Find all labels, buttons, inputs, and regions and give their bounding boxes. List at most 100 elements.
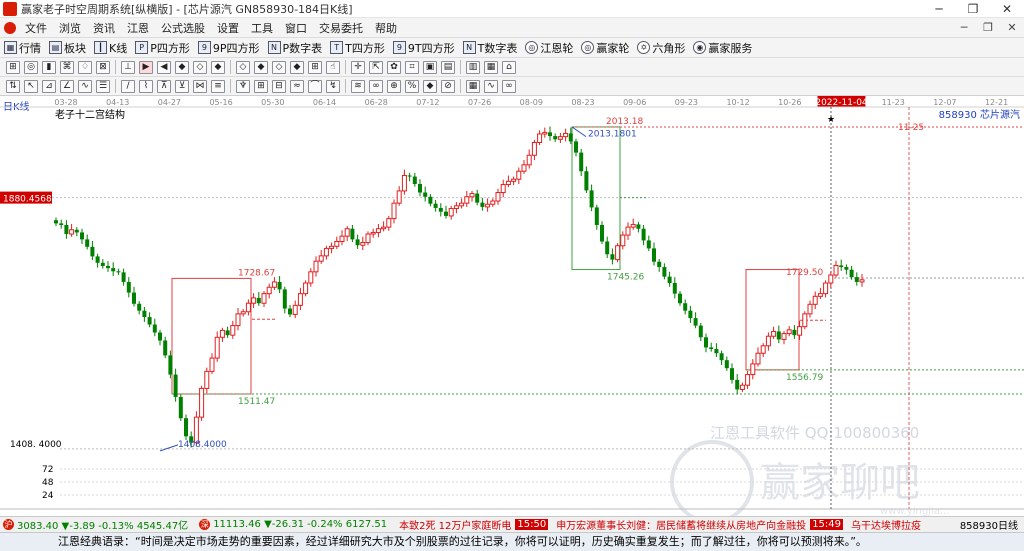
toolbar-button-11[interactable]: ✡ 六角形 [633, 40, 689, 56]
tool-row1-25-icon[interactable]: ▦ [484, 60, 498, 74]
tool-row2-17-icon[interactable]: ↯ [326, 79, 340, 93]
toolbar-button-3[interactable]: P P四方形 [131, 40, 194, 56]
close-button[interactable]: ✕ [990, 2, 1024, 16]
news-ticker-1[interactable]: 本致2死 12万户家庭断电 [399, 517, 511, 532]
tool-row1-22-icon[interactable]: ▣ [423, 60, 437, 74]
tool-row1-9-icon[interactable]: ◆ [175, 60, 189, 74]
tool-row1-8-icon[interactable]: ◀ [157, 60, 171, 74]
news-ticker-3[interactable]: 乌干达埃博拉疫 [851, 517, 921, 532]
tool-row2-1-icon[interactable]: ↖ [24, 79, 38, 93]
tool-row2-14-icon[interactable]: ⊟ [272, 79, 286, 93]
candle-body-up [745, 374, 751, 386]
tool-row2-3-icon[interactable]: ∠ [60, 79, 74, 93]
menu-formula[interactable]: 公式选股 [155, 20, 211, 36]
tool-row2-18-icon[interactable]: ≋ [351, 79, 365, 93]
tool-row1-26-icon[interactable]: ⌂ [502, 60, 516, 74]
toolbar-button-6[interactable]: T T四方形 [326, 40, 389, 56]
toolbar-button-label: 行情 [19, 41, 41, 55]
date-label: 05-16 [209, 98, 232, 107]
toolbar-button-7[interactable]: 9 9T四方形 [389, 40, 459, 56]
minimize-button[interactable]: ─ [922, 2, 956, 16]
tool-row1-14-icon[interactable]: ◇ [272, 60, 286, 74]
tool-row1-23-icon[interactable]: ▤ [441, 60, 455, 74]
tool-row2-21-icon[interactable]: % [405, 79, 419, 93]
tool-row1-12-icon[interactable]: ◇ [236, 60, 250, 74]
tool-row2-12-icon[interactable]: ♆ [236, 79, 250, 93]
tool-row2-24-icon[interactable]: ▦ [466, 79, 480, 93]
tool-row1-19-icon[interactable]: ⇱ [369, 60, 383, 74]
maximize-button[interactable]: ❐ [956, 2, 990, 16]
kline-chart-panel[interactable]: 03-28 04-13 04-27 05-16 05-30 06-14 06-28 07-12… [0, 96, 1024, 524]
tool-row2-25-icon[interactable]: ∿ [484, 79, 498, 93]
tool-row2-13-icon[interactable]: ⊞ [254, 79, 268, 93]
kline-chart[interactable]: 03-28 04-13 04-27 05-16 05-30 06-14 06-28 07-12… [0, 96, 1024, 524]
tool-row2-20-icon[interactable]: ⊕ [387, 79, 401, 93]
candle-body-down [594, 207, 599, 225]
toolbar-button-5[interactable]: N P数字表 [264, 40, 327, 56]
menu-info[interactable]: 资讯 [87, 20, 121, 36]
tool-row1-0-icon[interactable]: ⊞ [6, 60, 20, 74]
menu-tools[interactable]: 工具 [245, 20, 279, 36]
candle-body-up [292, 304, 298, 315]
tool-row1-11-icon[interactable]: ◆ [211, 60, 225, 74]
tool-row2-0-icon[interactable]: ⇅ [6, 79, 20, 93]
tool-row1-10-icon[interactable]: ◇ [193, 60, 207, 74]
tool-row2-10-icon[interactable]: ⋈ [193, 79, 207, 93]
mdi-close-button[interactable]: ✕ [1000, 21, 1024, 34]
tool-row1-4-icon[interactable]: ♢ [78, 60, 92, 74]
toolbar-button-0[interactable]: ▦ 行情 [0, 40, 45, 56]
mdi-restore-button[interactable]: ❐ [976, 21, 1000, 34]
tool-row2-22-icon[interactable]: ◆ [423, 79, 437, 93]
menu-trade[interactable]: 交易委托 [313, 20, 369, 36]
menu-file[interactable]: 文件 [19, 20, 53, 36]
tool-row1-16-icon[interactable]: ⊞ [308, 60, 322, 74]
tool-row1-6-icon[interactable]: ⊥ [121, 60, 135, 74]
menu-browse[interactable]: 浏览 [53, 20, 87, 36]
mdi-minimize-button[interactable]: ─ [952, 21, 976, 34]
tool-row1-2-icon[interactable]: ▮ [42, 60, 56, 74]
tool-row2-11-icon[interactable]: ≡ [211, 79, 225, 93]
tool-row2-5-icon[interactable]: ☰ [96, 79, 110, 93]
toolbar-button-4[interactable]: 9 9P四方形 [194, 40, 264, 56]
menu-settings[interactable]: 设置 [211, 20, 245, 36]
tool-row1-24-icon[interactable]: ▥ [466, 60, 480, 74]
tool-row2-15-icon[interactable]: ≈ [290, 79, 304, 93]
tool-row1-21-icon[interactable]: ⌗ [405, 60, 419, 74]
tool-row2-7-icon[interactable]: ⌇ [139, 79, 153, 93]
tool-row2-16-icon[interactable]: ⌒ [308, 79, 322, 93]
menu-help[interactable]: 帮助 [369, 20, 403, 36]
menu-gann[interactable]: 江恩 [121, 20, 155, 36]
tool-row1-13-icon[interactable]: ◆ [254, 60, 268, 74]
tool-row1-17-icon[interactable]: ☝ [326, 60, 340, 74]
candle-body-up [807, 303, 813, 315]
sz-index[interactable]: 深 11113.46 ▼-26.31 -0.24% 6127.51 [196, 519, 387, 530]
tool-row2-9-icon[interactable]: ⊻ [175, 79, 189, 93]
candle-body-up [199, 387, 205, 418]
volume-tick-label: 72 [42, 465, 53, 475]
tool-row1-3-icon[interactable]: ⌘ [60, 60, 74, 74]
tool-row2-8-icon[interactable]: ⊼ [157, 79, 171, 93]
tool-row1-15-icon[interactable]: ◆ [290, 60, 304, 74]
toolbar-button-10[interactable]: ◎ 赢家轮 [577, 40, 633, 56]
toolbar-button-2[interactable]: ┃ K线 [90, 40, 131, 56]
candle-body-down [147, 317, 152, 325]
tool-row2-2-icon[interactable]: ⊿ [42, 79, 56, 93]
tool-row1-7-icon[interactable]: ▶ [139, 60, 153, 74]
tool-row2-6-icon[interactable]: / [121, 79, 135, 93]
menu-window[interactable]: 窗口 [279, 20, 313, 36]
tool-row1-1-icon[interactable]: ◎ [24, 60, 38, 74]
news-ticker-2[interactable]: 申万宏源董事长刘健：居民储蓄将继续从房地产向金融投 [556, 517, 806, 532]
tool-row2-19-icon[interactable]: ∞ [369, 79, 383, 93]
tool-row1-20-icon[interactable]: ✿ [387, 60, 401, 74]
tool-row1-18-icon[interactable]: ✛ [351, 60, 365, 74]
toolbar-button-1[interactable]: ▤ 板块 [45, 40, 90, 56]
tool-row1-5-icon[interactable]: ⊠ [96, 60, 110, 74]
sh-index[interactable]: 沪 3083.40 ▼-3.89 -0.13% 4545.47亿 [0, 517, 188, 532]
candle-body-up [448, 207, 454, 217]
tool-row2-23-icon[interactable]: ⊘ [441, 79, 455, 93]
toolbar-button-9[interactable]: ◎ 江恩轮 [521, 40, 577, 56]
tool-row2-4-icon[interactable]: ∿ [78, 79, 92, 93]
tool-row2-26-icon[interactable]: ∞ [502, 79, 516, 93]
toolbar-button-12[interactable]: ◉ 赢家服务 [689, 40, 756, 56]
toolbar-button-8[interactable]: N T数字表 [459, 40, 522, 56]
